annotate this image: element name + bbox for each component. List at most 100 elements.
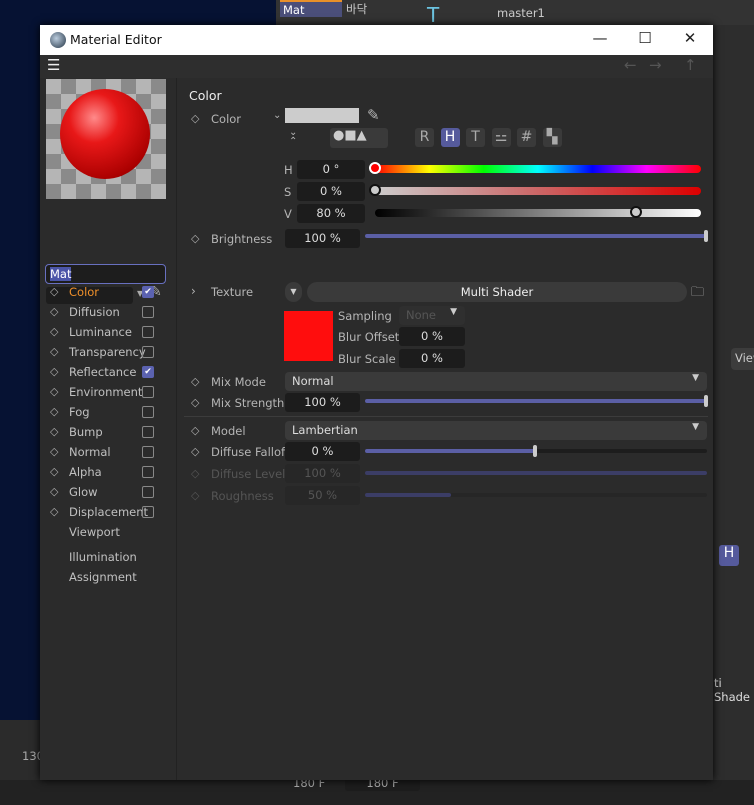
keyframe-diamond-icon[interactable]: ◇ <box>191 232 199 245</box>
keyframe-diamond-icon[interactable]: ◇ <box>50 385 58 398</box>
text-tool-icon[interactable]: T <box>427 3 439 27</box>
view-button[interactable]: View <box>731 348 754 370</box>
color-picker-shape-toggle[interactable]: ●■▲ <box>330 128 388 148</box>
model-dropdown[interactable]: Lambertian ▼ <box>285 421 707 440</box>
keyframe-diamond-icon[interactable]: ◇ <box>191 396 199 409</box>
channel-checkbox[interactable] <box>142 426 154 438</box>
channel-checkbox[interactable] <box>142 406 154 418</box>
channel-checkbox[interactable]: ✔ <box>142 366 154 378</box>
channel-item-reflectance[interactable]: ◇ Reflectance ✔ <box>40 362 177 382</box>
blur-scale-field[interactable]: 0 % <box>399 349 465 368</box>
channel-item-assignment[interactable]: Assignment <box>40 567 177 587</box>
eyedropper-icon[interactable]: ✎ <box>367 106 380 124</box>
saturation-slider[interactable] <box>369 184 701 196</box>
texture-shader-button[interactable]: Multi Shader <box>307 282 687 302</box>
channel-item-normal[interactable]: ◇ Normal <box>40 442 177 462</box>
keyframe-diamond-icon[interactable]: ◇ <box>50 445 58 458</box>
mix-mode-dropdown[interactable]: Normal ▼ <box>285 372 707 391</box>
keyframe-diamond-icon[interactable]: ◇ <box>50 305 58 318</box>
keyframe-diamond-icon[interactable]: ◇ <box>50 485 58 498</box>
folder-icon[interactable]: 🗀 <box>691 283 704 305</box>
up-arrow-icon[interactable]: ↑ <box>684 56 697 74</box>
texture-menu-button[interactable]: ▼ <box>285 282 302 302</box>
brightness-field[interactable]: 100 % <box>285 229 360 248</box>
keyframe-diamond-icon[interactable]: ◇ <box>50 325 58 338</box>
color-mode-button-5[interactable]: ▚ <box>542 128 562 147</box>
channel-checkbox[interactable] <box>142 346 154 358</box>
texture-preview[interactable] <box>284 311 333 361</box>
slider-handle[interactable] <box>533 445 537 457</box>
hue-slider[interactable] <box>369 162 701 174</box>
maximize-button[interactable]: ☐ <box>630 29 660 51</box>
keyframe-diamond-icon[interactable]: ◇ <box>191 445 199 458</box>
square-icon[interactable]: ■ <box>344 128 356 143</box>
material-name-input[interactable]: Mat <box>45 264 166 284</box>
material-tab-floor[interactable]: 바닥 <box>346 1 367 17</box>
saturation-handle[interactable] <box>369 184 381 196</box>
saturation-field[interactable]: 0 % <box>297 182 365 201</box>
color-swatch[interactable] <box>285 108 359 123</box>
channel-item-environment[interactable]: ◇ Environment <box>40 382 177 402</box>
collapse-toggle-icon[interactable]: ⌄ ⌃ <box>289 128 297 147</box>
keyframe-diamond-icon[interactable]: ◇ <box>50 505 58 518</box>
menu-icon[interactable]: ☰ <box>47 56 60 74</box>
keyframe-diamond-icon[interactable]: ◇ <box>191 375 199 388</box>
channel-item-viewport[interactable]: Viewport <box>40 522 177 542</box>
keyframe-diamond-icon[interactable]: ◇ <box>191 424 199 437</box>
diffuse-falloff-field[interactable]: 0 % <box>285 442 360 461</box>
color-mode-button-1[interactable]: H <box>440 128 460 147</box>
mix-strength-slider[interactable] <box>365 395 708 407</box>
color-mode-button-2[interactable]: T <box>466 128 485 147</box>
channel-checkbox[interactable] <box>142 306 154 318</box>
minimize-button[interactable]: — <box>585 29 615 51</box>
channel-checkbox[interactable] <box>142 506 154 518</box>
title-bar[interactable]: Material Editor — ☐ ✕ <box>40 25 713 55</box>
channel-checkbox[interactable] <box>142 386 154 398</box>
channel-item-bump[interactable]: ◇ Bump <box>40 422 177 442</box>
texture-expand-icon[interactable]: › <box>191 284 196 298</box>
image-icon[interactable]: ▲ <box>357 128 367 143</box>
keyframe-diamond-icon[interactable]: ◇ <box>50 285 58 298</box>
color-mode-button-3[interactable]: ⚍ <box>491 128 511 147</box>
channel-checkbox[interactable] <box>142 486 154 498</box>
channel-item-luminance[interactable]: ◇ Luminance <box>40 322 177 342</box>
wheel-icon[interactable]: ● <box>333 128 344 143</box>
channel-checkbox[interactable] <box>142 466 154 478</box>
back-arrow-icon[interactable]: ← <box>624 56 637 74</box>
close-button[interactable]: ✕ <box>675 29 705 51</box>
channel-item-color[interactable]: ◇ Color ✔ <box>40 282 177 302</box>
channel-item-alpha[interactable]: ◇ Alpha <box>40 462 177 482</box>
keyframe-diamond-icon[interactable]: ◇ <box>50 425 58 438</box>
color-mode-button-0[interactable]: R <box>415 128 434 147</box>
channel-item-illumination[interactable]: Illumination <box>40 547 177 567</box>
hsv-mode-button-bg[interactable]: H <box>719 545 739 566</box>
expand-chevron-icon[interactable]: ⌄ <box>273 110 281 121</box>
slider-handle[interactable] <box>704 230 708 242</box>
keyframe-diamond-icon[interactable]: ◇ <box>50 365 58 378</box>
channel-item-fog[interactable]: ◇ Fog <box>40 402 177 422</box>
color-mode-button-4[interactable]: # <box>517 128 536 147</box>
channel-item-glow[interactable]: ◇ Glow <box>40 482 177 502</box>
diffuse-falloff-slider[interactable] <box>365 445 707 457</box>
material-preview[interactable] <box>46 79 166 199</box>
material-tab-mat[interactable]: Mat <box>280 0 342 17</box>
object-master1[interactable]: master1 <box>497 6 545 20</box>
hue-handle[interactable] <box>369 162 381 174</box>
value-field[interactable]: 80 % <box>297 204 365 223</box>
channel-item-displacement[interactable]: ◇ Displacement <box>40 502 177 522</box>
slider-handle[interactable] <box>704 395 708 407</box>
channel-item-diffusion[interactable]: ◇ Diffusion <box>40 302 177 322</box>
channel-checkbox[interactable] <box>142 446 154 458</box>
sampling-dropdown[interactable]: None ▼ <box>399 306 465 325</box>
value-slider[interactable] <box>375 206 701 218</box>
channel-checkbox[interactable]: ✔ <box>142 286 154 298</box>
forward-arrow-icon[interactable]: → <box>649 56 662 74</box>
value-handle[interactable] <box>629 206 642 218</box>
brightness-slider[interactable] <box>365 230 708 242</box>
channel-item-transparency[interactable]: ◇ Transparency <box>40 342 177 362</box>
channel-checkbox[interactable] <box>142 326 154 338</box>
blur-offset-field[interactable]: 0 % <box>399 327 465 346</box>
keyframe-diamond-icon[interactable]: ◇ <box>50 465 58 478</box>
keyframe-diamond-icon[interactable]: ◇ <box>191 112 199 125</box>
keyframe-diamond-icon[interactable]: ◇ <box>50 405 58 418</box>
